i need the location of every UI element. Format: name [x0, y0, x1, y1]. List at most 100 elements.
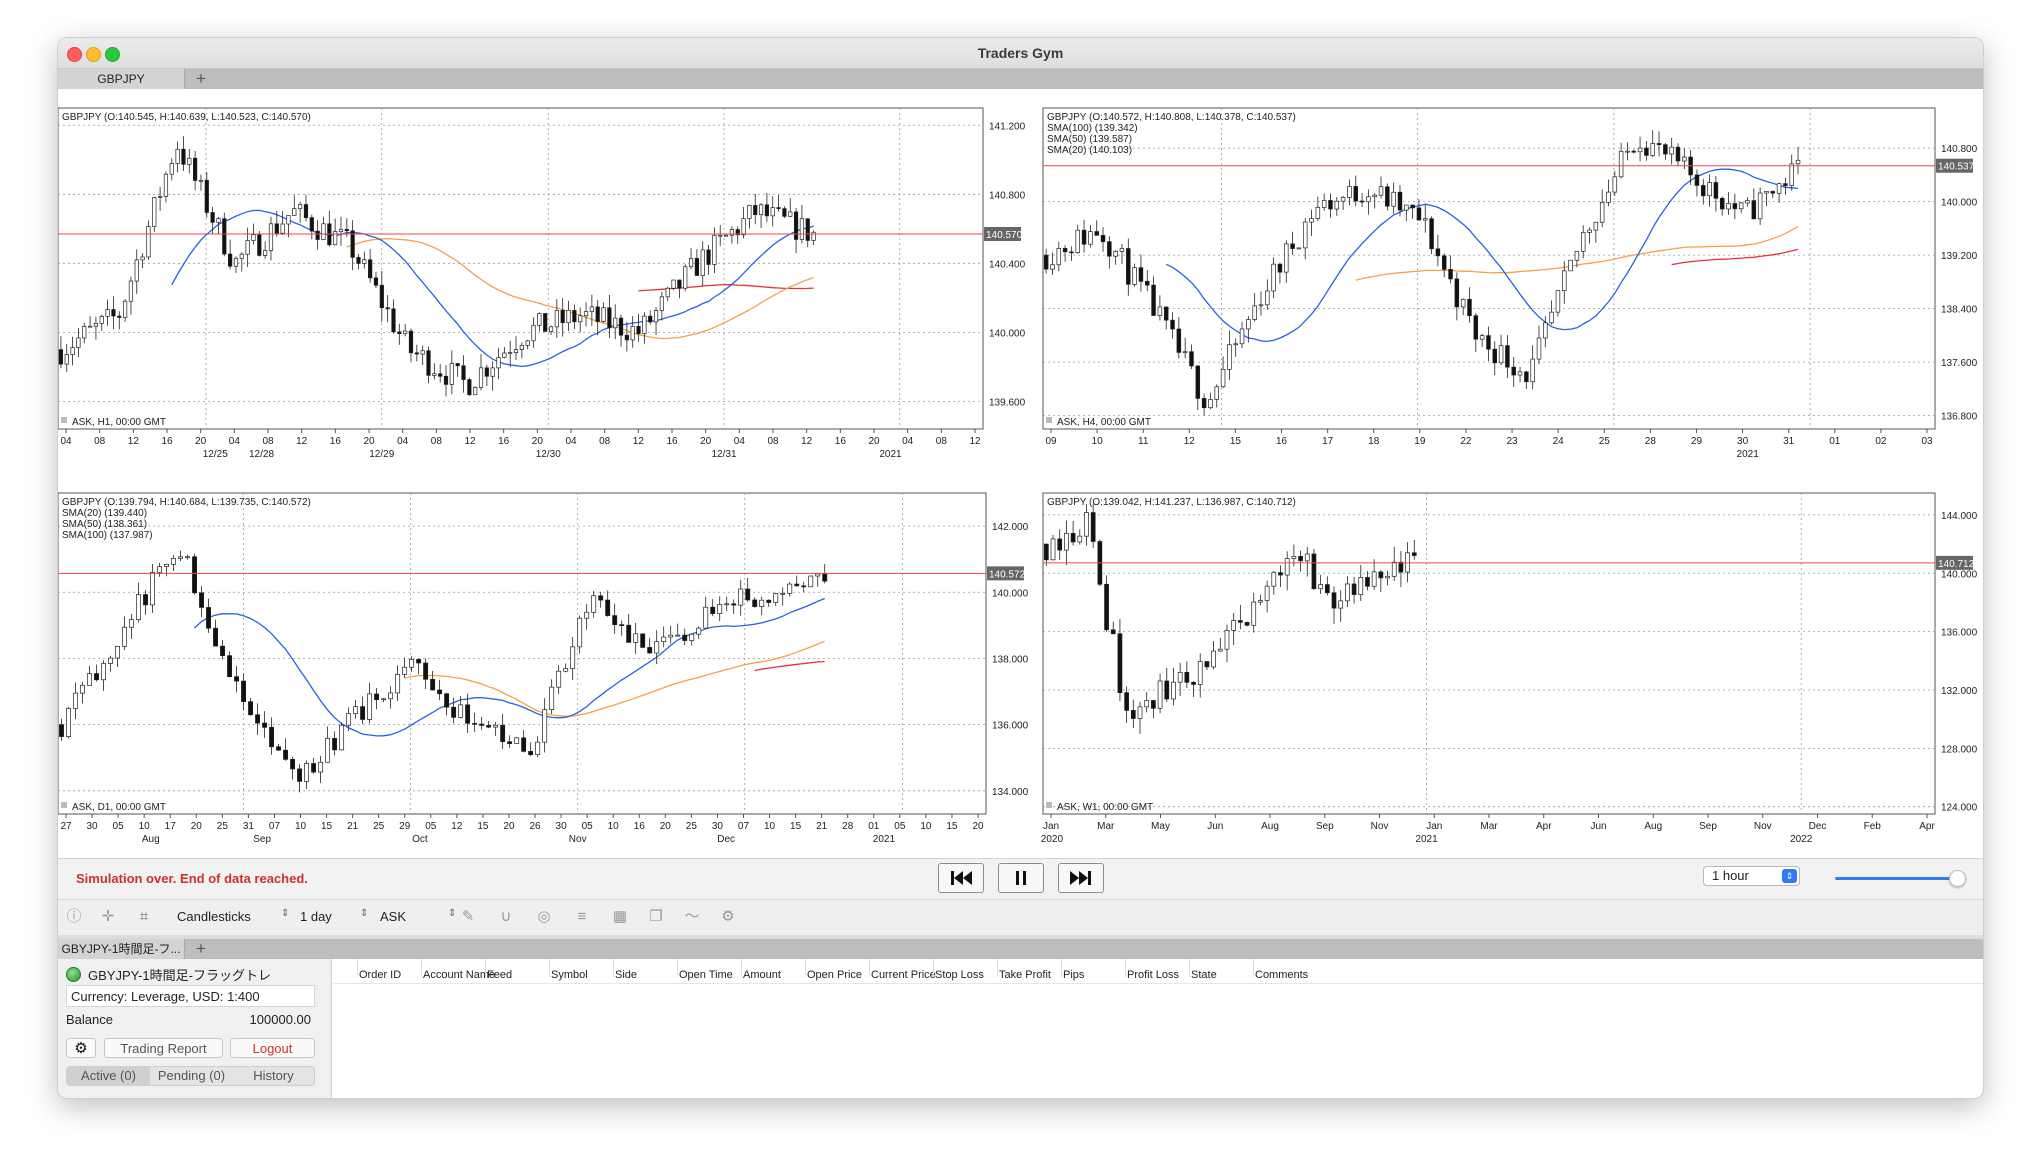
crosshair-icon[interactable]: ✛	[98, 907, 118, 927]
pencil-icon[interactable]: ✎	[458, 907, 478, 927]
candle-body	[543, 313, 548, 332]
column-header[interactable]: Comments	[1255, 969, 1308, 981]
candle-body	[1492, 348, 1498, 364]
candle-body	[1318, 584, 1323, 590]
column-header[interactable]: Amount	[743, 969, 781, 981]
candle-body	[169, 163, 174, 175]
x-tick-label: 31	[243, 821, 255, 832]
x-date-label: 2021	[1737, 449, 1760, 460]
x-tick-label: 15	[1230, 436, 1242, 447]
column-header[interactable]: Order ID	[359, 969, 401, 981]
candle-body	[350, 230, 355, 258]
candle-body	[1328, 200, 1333, 210]
price-side-select[interactable]: ASK ⇕	[380, 908, 456, 924]
column-header[interactable]: Feed	[487, 969, 512, 981]
candle-body	[1365, 577, 1370, 587]
grid-layout-icon[interactable]: ▦	[610, 907, 630, 927]
x-tick-label: 08	[431, 436, 443, 447]
logout-button[interactable]: Logout	[230, 1038, 315, 1058]
candle-body	[537, 313, 542, 326]
candle-body	[519, 344, 524, 351]
info-icon[interactable]: ⓘ	[64, 907, 84, 927]
column-header[interactable]: Stop Loss	[935, 969, 984, 981]
sort-icon[interactable]: ≡	[572, 907, 592, 927]
hide-drawings-icon[interactable]: ◎	[534, 907, 554, 927]
candle-body	[710, 606, 716, 614]
column-header[interactable]: Open Time	[679, 969, 733, 981]
candle-body	[1144, 700, 1150, 708]
table-header-line	[333, 983, 1983, 984]
candle-body	[1070, 533, 1076, 543]
x-tick-label: 16	[634, 821, 646, 832]
column-header[interactable]: State	[1191, 969, 1217, 981]
column-header[interactable]: Take Profit	[999, 969, 1051, 981]
period-select[interactable]: 1 day ⇕	[300, 908, 368, 924]
candle-body	[1075, 229, 1080, 253]
gear-icon[interactable]: ⚙	[718, 907, 738, 927]
x-tick-label: 27	[60, 821, 72, 832]
tab-account[interactable]: GBYJPY-1時間足-フ...	[58, 939, 185, 959]
candle-body	[82, 326, 87, 339]
column-header[interactable]: Symbol	[551, 969, 588, 981]
rewind-button[interactable]	[938, 863, 984, 893]
crop-icon[interactable]: ⌗	[134, 907, 154, 927]
add-tab-icon[interactable]: +	[196, 69, 206, 89]
pause-button[interactable]	[998, 863, 1044, 893]
candle-body	[1435, 248, 1441, 257]
candle-body	[1298, 556, 1303, 562]
gear-icon[interactable]: ⚙	[66, 1038, 96, 1058]
candle-body	[175, 148, 180, 164]
candle-body	[640, 633, 646, 648]
slider-knob[interactable]	[1949, 870, 1966, 887]
candle-body	[1084, 512, 1089, 537]
column-header[interactable]: Current Price	[871, 969, 936, 981]
tab-history[interactable]: History	[233, 1067, 314, 1085]
chart-h1[interactable]: 141.200 140.800 140.400 140.000 139.600 140.5…	[58, 90, 1028, 473]
candle-body	[444, 693, 450, 708]
price-tag: 140.572	[989, 569, 1026, 580]
y-tick-label: 136.800	[1941, 412, 1978, 423]
chart-w1[interactable]: 144.000 140.000 136.000 132.000 128.000 124.0…	[1028, 473, 1983, 858]
account-name: GBYJPY-1時間足-フラッグトレ	[66, 965, 311, 984]
chart-h4[interactable]: 140.800 140.000 139.200 138.400 137.600 136.8…	[1028, 90, 1983, 473]
candle-body	[1473, 315, 1479, 340]
candle-body	[1498, 345, 1504, 364]
candle-body	[607, 307, 612, 329]
price-tag: 140.570	[986, 230, 1023, 241]
copy-icon[interactable]: ❐	[646, 907, 666, 927]
candle-body	[1334, 200, 1340, 210]
candle-body	[731, 603, 737, 606]
tab-gbpjpy[interactable]: GBPJPY	[58, 69, 185, 89]
column-header[interactable]: Open Price	[807, 969, 862, 981]
chart-tab-bar: GBPJPY +	[58, 69, 1983, 89]
column-header[interactable]: Profit Loss	[1127, 969, 1179, 981]
price-side-value: ASK	[380, 909, 407, 924]
chart-d1[interactable]: 142.000 140.000 138.000 136.000 134.000 140.5…	[58, 473, 1028, 858]
trading-report-button[interactable]: Trading Report	[104, 1038, 223, 1058]
x-tick-label: 10	[608, 821, 620, 832]
indicator-icon[interactable]: 〜	[682, 907, 702, 927]
tab-pending[interactable]: Pending (0)	[150, 1067, 233, 1085]
tab-active[interactable]: Active (0)	[67, 1067, 150, 1085]
column-header[interactable]: Pips	[1063, 969, 1084, 981]
candle-body	[1130, 710, 1136, 719]
candle-body	[782, 208, 787, 217]
x-tick-label: Jan	[1043, 821, 1059, 832]
candle-body	[70, 347, 75, 355]
candle-body	[213, 627, 218, 647]
x-date-label: 2021	[873, 834, 896, 845]
candle-body	[1618, 150, 1624, 178]
candle-body	[1157, 306, 1163, 316]
x-tick-label: 12	[969, 436, 981, 447]
timeframe-select[interactable]: 1 hour ⇕	[1703, 866, 1800, 886]
add-tab-icon[interactable]: +	[196, 939, 206, 959]
candle-body	[1340, 197, 1346, 202]
candle-body	[612, 615, 618, 625]
speed-slider[interactable]	[1835, 870, 1966, 887]
candle-body	[1271, 572, 1277, 587]
chart-type-select[interactable]: Candlesticks ⇕	[177, 908, 289, 924]
magnet-icon[interactable]: ∪	[496, 907, 516, 927]
fast-forward-button[interactable]	[1058, 863, 1104, 893]
column-header[interactable]: Side	[615, 969, 637, 981]
candle-body	[1090, 512, 1096, 542]
